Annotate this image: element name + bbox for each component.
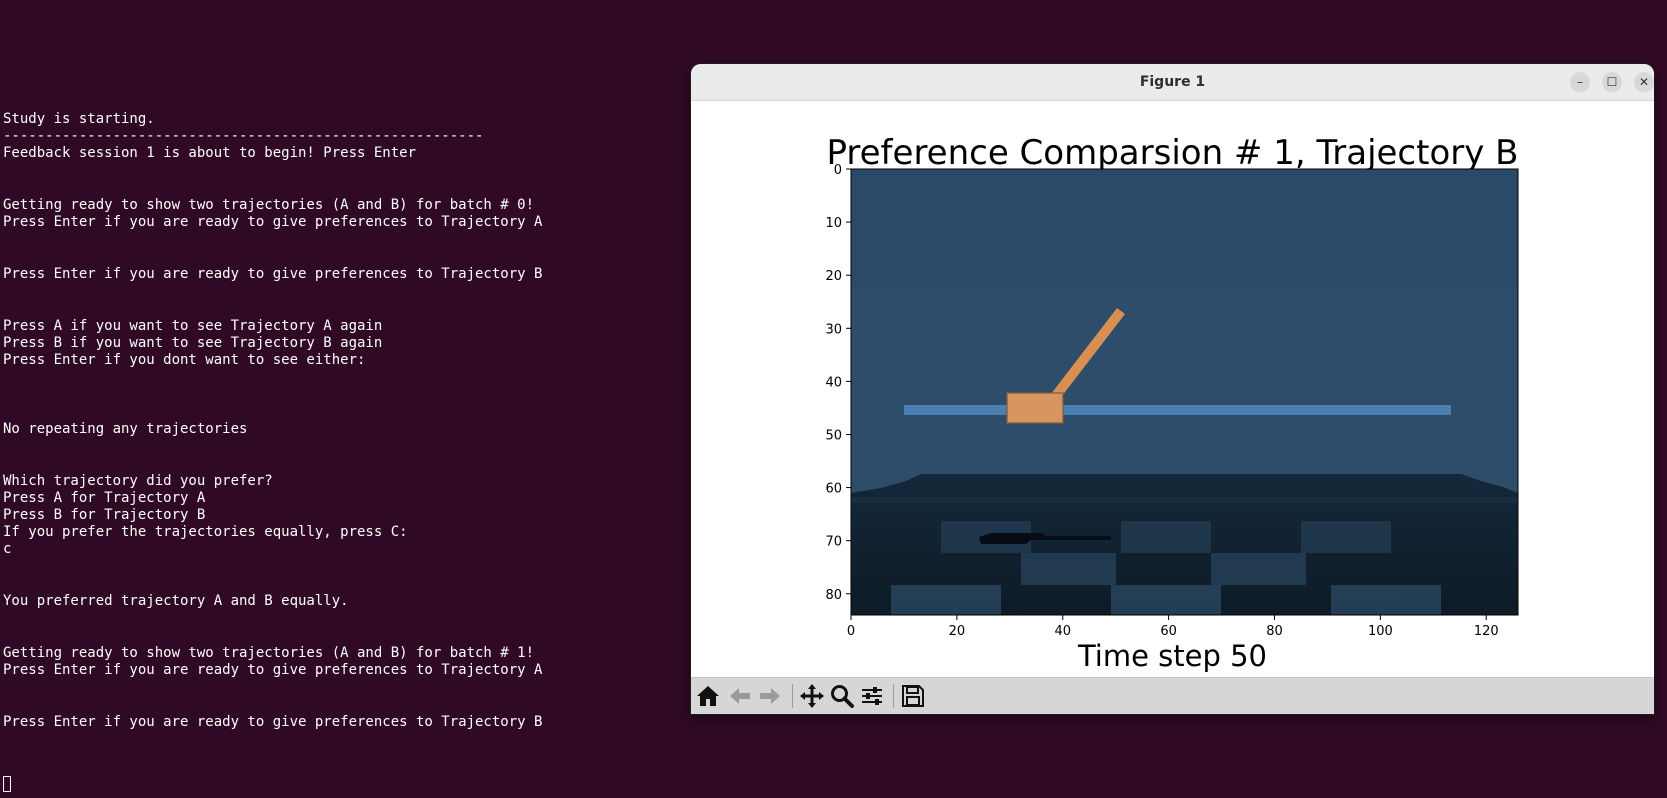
terminal-line: Which trajectory did you prefer? [3, 473, 273, 489]
y-axis: 0 10 20 30 40 50 60 70 80 [825, 163, 851, 603]
save-icon [902, 685, 924, 707]
sky-shade [851, 169, 1518, 289]
terminal-line: Press A for Trajectory A [3, 490, 206, 506]
minimize-button[interactable]: – [1570, 72, 1590, 92]
y-tick-label: 70 [825, 535, 842, 550]
y-tick-label: 60 [825, 482, 842, 497]
x-axis: 0 20 40 60 80 100 120 [847, 615, 1499, 639]
y-tick-label: 10 [825, 216, 842, 231]
x-tick-label: 80 [1266, 624, 1283, 639]
terminal-line: Getting ready to show two trajectories (… [3, 645, 535, 661]
configure-button[interactable] [858, 682, 886, 710]
x-tick-label: 120 [1474, 624, 1499, 639]
y-tick-label: 0 [834, 163, 842, 178]
terminal-line: Press Enter if you are ready to give pre… [3, 714, 543, 730]
forward-icon [760, 688, 780, 704]
y-tick-label: 50 [825, 428, 842, 443]
forward-button[interactable] [756, 682, 784, 710]
terminal-line: Press B if you want to see Trajectory B … [3, 335, 383, 351]
x-tick-label: 20 [949, 624, 966, 639]
pan-button[interactable] [798, 682, 826, 710]
terminal-output: Study is starting. ---------------------… [3, 0, 643, 798]
figure-xlabel: Time step 50 [1077, 639, 1268, 673]
x-tick-label: 40 [1054, 624, 1071, 639]
zoom-icon [831, 685, 854, 708]
terminal-line: Feedback session 1 is about to begin! Pr… [3, 145, 417, 161]
terminal-line: ----------------------------------------… [3, 128, 484, 144]
y-tick-label: 40 [825, 375, 842, 390]
close-button[interactable]: ✕ [1634, 72, 1654, 92]
back-button[interactable] [726, 682, 754, 710]
y-tick-label: 20 [825, 269, 842, 284]
matplotlib-toolbar [691, 677, 1654, 714]
pan-icon [800, 684, 824, 708]
rail [904, 405, 1451, 415]
y-tick-label: 30 [825, 322, 842, 337]
terminal-line: Press Enter if you dont want to see eith… [3, 352, 366, 368]
maximize-button[interactable]: ☐ [1602, 72, 1622, 92]
terminal-line: If you prefer the trajectories equally, … [3, 524, 408, 540]
home-button[interactable] [694, 682, 722, 710]
terminal-line: Press A if you want to see Trajectory A … [3, 318, 383, 334]
save-button[interactable] [899, 682, 927, 710]
window-titlebar[interactable]: Figure 1 – ☐ ✕ [691, 64, 1654, 101]
configure-icon [862, 687, 882, 705]
x-tick-label: 0 [847, 624, 855, 639]
terminal-line: c [3, 541, 12, 557]
terminal-line: Getting ready to show two trajectories (… [3, 197, 535, 213]
terminal-line: Press B for Trajectory B [3, 507, 206, 523]
figure-canvas[interactable]: Preference Comparsion # 1, Trajectory B [691, 101, 1654, 677]
terminal-line: Study is starting. [3, 111, 155, 127]
plot-svg: 0 20 40 60 80 100 120 0 10 20 30 40 50 60 70 80 [825, 163, 1519, 639]
terminal-line: You preferred trajectory A and B equally… [3, 593, 349, 609]
toolbar-separator [893, 684, 894, 708]
terminal-cursor[interactable] [3, 776, 11, 792]
back-icon [730, 688, 750, 704]
home-icon [697, 686, 719, 706]
cart [1007, 393, 1063, 423]
figure-window: Figure 1 – ☐ ✕ Preference Comparsion # 1… [691, 64, 1654, 714]
terminal-line: Press Enter if you are ready to give pre… [3, 214, 543, 230]
terminal-line: No repeating any trajectories [3, 421, 248, 437]
terminal-line: Press Enter if you are ready to give pre… [3, 266, 543, 282]
window-title: Figure 1 [1139, 74, 1206, 90]
toolbar-separator [792, 684, 793, 708]
x-tick-label: 60 [1160, 624, 1177, 639]
terminal-line: Press Enter if you are ready to give pre… [3, 662, 543, 678]
y-tick-label: 80 [825, 588, 842, 603]
rendered-frame [851, 169, 1518, 615]
zoom-button[interactable] [828, 682, 856, 710]
x-tick-label: 100 [1368, 624, 1393, 639]
